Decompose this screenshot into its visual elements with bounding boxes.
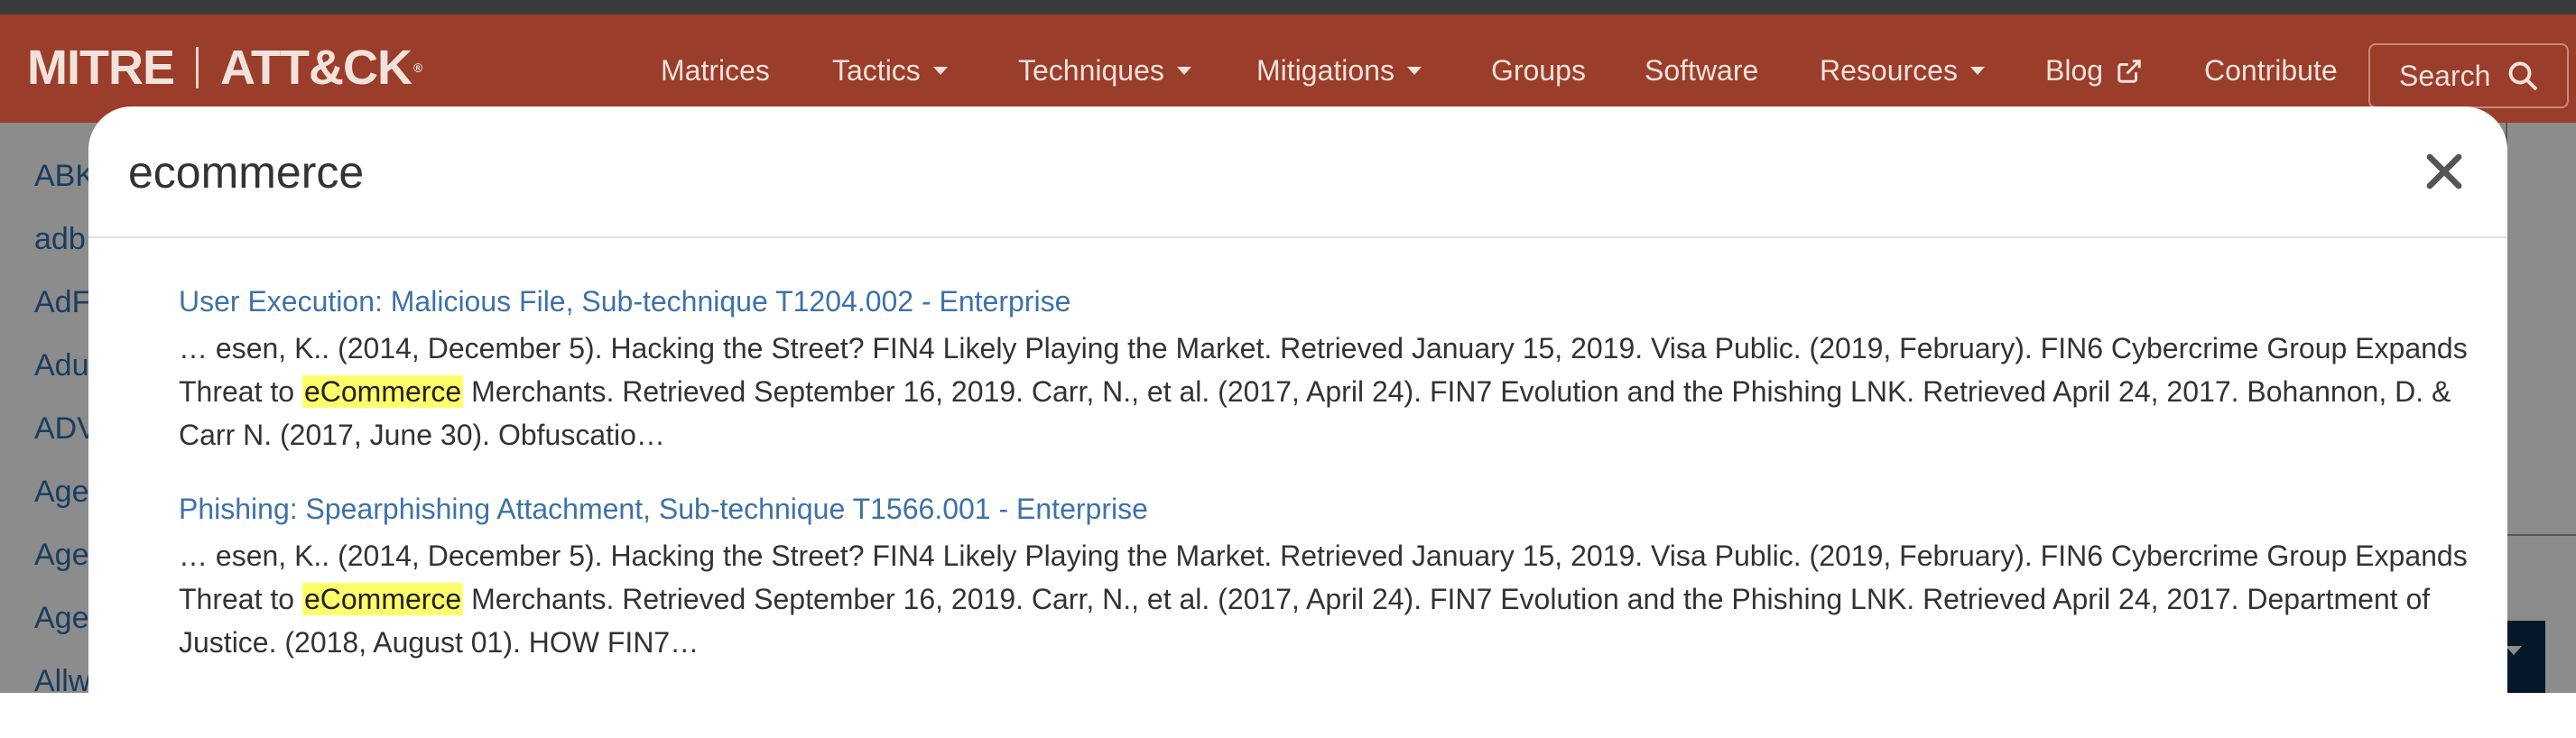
nav-item-software[interactable]: Software [1645,54,1758,88]
nav-item-label: Blog [2045,54,2104,87]
search-term-highlight: eCommerce [301,583,464,615]
search-result-link[interactable]: User Execution: Malicious File, Sub-tech… [179,281,2498,321]
search-term-highlight: eCommerce [301,375,464,408]
search-result: Phishing: Spearphishing Attachment, Sub-… [179,489,2498,664]
search-button-label: Search [2399,59,2491,92]
nav-item-label: Matrices [661,54,770,87]
nav-item-groups[interactable]: Groups [1491,54,1586,88]
nav-item-techniques[interactable]: Techniques [1018,54,1191,88]
search-results-list: User Execution: Malicious File, Sub-tech… [179,281,2498,696]
nav-item-label: Software [1645,54,1759,87]
search-query-title: ecommerce [128,147,365,198]
chevron-down-icon [932,67,948,75]
nav-item-tactics[interactable]: Tactics [832,54,948,88]
nav-item-blog[interactable]: Blog [2045,54,2143,88]
search-result: User Execution: Malicious File, Sub-tech… [179,281,2498,457]
snippet-text: Merchants. Retrieved September 16, 2019.… [179,583,2431,659]
nav-item-resources[interactable]: Resources [1820,54,1985,88]
nav-item-label: Groups [1491,54,1586,87]
search-results-modal: ecommerce User Execution: Malicious File… [88,106,2507,738]
nav-item-mitigations[interactable]: Mitigations [1256,54,1422,88]
search-result-snippet: … esen, K.. (2014, December 5). Hacking … [179,327,2498,457]
close-icon [2426,153,2462,189]
nav-item-label: Tactics [832,54,921,87]
search-button[interactable]: Search [2368,43,2569,108]
nav-item-label: Contribute [2204,54,2338,87]
search-result-link[interactable]: Phishing: Spearphishing Attachment, Sub-… [179,489,2498,529]
close-button[interactable] [2417,144,2471,198]
nav-item-contribute[interactable]: Contribute [2204,54,2338,88]
nav-item-matrices[interactable]: Matrices [661,54,770,88]
chevron-down-icon [1406,67,1422,75]
chevron-down-icon [1969,67,1985,75]
modal-divider [88,236,2507,238]
nav-item-label: Techniques [1018,54,1164,87]
snippet-text: Merchants. Retrieved September 16, 2019.… [179,375,2451,451]
search-icon [2508,61,2538,91]
chevron-down-icon [1176,67,1191,75]
nav-item-label: Resources [1820,54,1958,87]
search-result-snippet: … esen, K.. (2014, December 5). Hacking … [179,534,2498,664]
browser-top-strip [0,0,2576,14]
nav-item-label: Mitigations [1256,54,1395,87]
external-link-icon [2117,59,2141,83]
